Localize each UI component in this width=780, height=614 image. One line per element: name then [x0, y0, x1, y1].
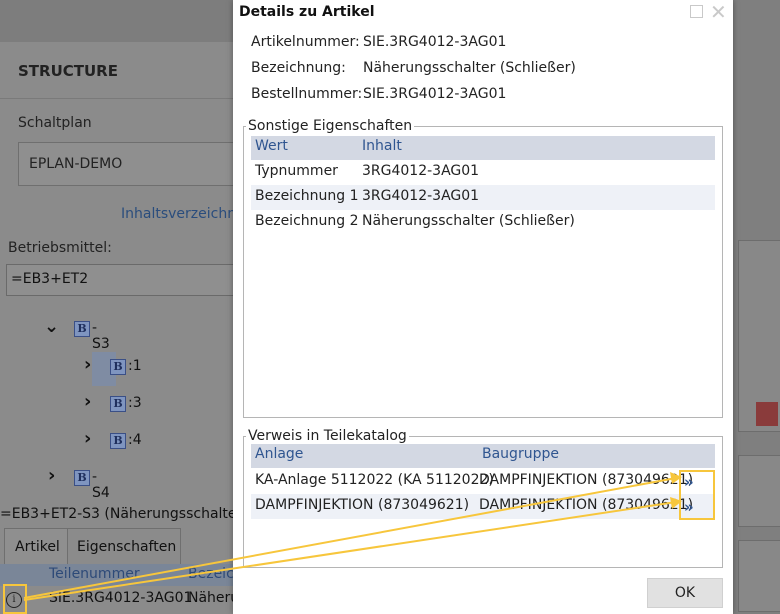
table-cell: Näheru	[188, 590, 240, 606]
table-cell: Bezeichnung 1	[255, 188, 359, 204]
field-label: Bestellnummer:	[251, 86, 363, 102]
article-details-dialog: Details zu Artikel ✕ Artikelnummer: SIE.…	[233, 0, 733, 614]
tab-eigenschaften[interactable]: Eigenschaften	[67, 528, 181, 565]
ok-button[interactable]: OK	[647, 578, 723, 608]
table-cell: SIE.3RG4012-3AG01	[49, 590, 193, 606]
tree-item-label: :4	[128, 432, 142, 448]
field-value: SIE.3RG4012-3AG01	[363, 34, 507, 50]
table-row[interactable]: Typnummer 3RG4012-3AG01	[251, 160, 715, 185]
schematic-page	[738, 540, 780, 612]
chevron-right-icon[interactable]: ›	[84, 354, 91, 375]
schaltplan-select-value: EPLAN-DEMO	[29, 156, 123, 172]
structure-title: STRUCTURE	[18, 62, 118, 80]
tab-label: Artikel	[15, 539, 60, 555]
table-cell: DAMPFINJEKTION (873049621)	[479, 472, 694, 488]
dialog-title: Details zu Artikel	[239, 4, 375, 20]
betriebsmittel-label: Betriebsmittel:	[8, 240, 112, 256]
highlight-box-goto	[679, 470, 715, 520]
tree-item-label: -S3	[92, 320, 110, 352]
tree-item-label: :3	[128, 395, 142, 411]
tab-artikel[interactable]: Artikel	[4, 528, 68, 565]
table-row[interactable]: Bezeichnung 2 Näherungsschalter (Schließ…	[251, 210, 715, 235]
schaltplan-select[interactable]: EPLAN-DEMO	[18, 142, 250, 186]
tab-label: Eigenschaften	[77, 539, 177, 555]
selected-device-status: =EB3+ET2-S3 (Näherungsschalter, S	[0, 506, 261, 522]
field-label: Artikelnummer:	[251, 34, 360, 50]
device-b-icon: B	[110, 359, 126, 375]
article-table-header: Teilenummer Bezeich	[0, 564, 243, 586]
props-legend: Sonstige Eigenschaften	[248, 118, 413, 134]
table-row[interactable]: SIE.3RG4012-3AG01 Näheru	[0, 586, 240, 614]
toc-link[interactable]: Inhaltsverzeichnis	[121, 206, 247, 222]
table-cell: Bezeichnung 2	[255, 213, 359, 229]
table-cell: KA-Anlage 5112022 (KA 5112022)	[255, 472, 494, 488]
table-cell: DAMPFINJEKTION (873049621)	[255, 497, 470, 513]
structure-header: STRUCTURE	[0, 42, 236, 99]
column-header: Teilenummer	[49, 566, 140, 582]
device-b-icon: B	[110, 396, 126, 412]
catalog-table-header: Anlage Baugruppe	[251, 444, 715, 468]
table-cell: 3RG4012-3AG01	[362, 163, 480, 179]
table-cell: Näherungsschalter (Schließer)	[362, 213, 575, 229]
close-icon[interactable]: ✕	[710, 0, 727, 24]
catalog-legend: Verweis in Teilekatalog	[248, 428, 407, 444]
schematic-highlight	[756, 402, 778, 426]
highlight-box-info	[3, 584, 27, 614]
structure-panel: STRUCTURE Schaltplan EPLAN-DEMO Inhaltsv…	[0, 42, 260, 614]
chevron-right-icon[interactable]: ›	[84, 391, 91, 412]
field-value: Näherungsschalter (Schließer)	[363, 60, 576, 76]
column-header: Inhalt	[362, 138, 402, 154]
table-row[interactable]: KA-Anlage 5112022 (KA 5112022) DAMPFINJE…	[251, 469, 715, 494]
schematic-page	[738, 455, 780, 527]
table-cell: Typnummer	[255, 163, 338, 179]
betriebsmittel-value: =EB3+ET2	[11, 271, 89, 287]
chevron-right-icon[interactable]: ›	[48, 465, 55, 486]
betriebsmittel-input[interactable]: =EB3+ET2	[6, 264, 248, 296]
props-table-header: Wert Inhalt	[251, 136, 715, 160]
field-value: SIE.3RG4012-3AG01	[363, 86, 507, 102]
device-b-icon: B	[110, 433, 126, 449]
table-row[interactable]: Bezeichnung 1 3RG4012-3AG01	[251, 185, 715, 210]
table-cell: DAMPFINJEKTION (873049621)	[479, 497, 694, 513]
table-cell: 3RG4012-3AG01	[362, 188, 480, 204]
column-header: Wert	[255, 138, 288, 154]
maximize-icon[interactable]	[690, 5, 703, 18]
field-label: Bezeichnung:	[251, 60, 346, 76]
detail-tabs: Artikel Eigenschaften	[0, 528, 236, 565]
column-header: Baugruppe	[482, 446, 559, 462]
table-row[interactable]: DAMPFINJEKTION (873049621) DAMPFINJEKTIO…	[251, 494, 715, 519]
chevron-down-icon[interactable]: ⌄	[44, 316, 59, 337]
device-b-icon: B	[74, 470, 90, 486]
chevron-right-icon[interactable]: ›	[84, 428, 91, 449]
schaltplan-label: Schaltplan	[18, 115, 92, 131]
device-b-icon: B	[74, 321, 90, 337]
column-header: Anlage	[255, 446, 304, 462]
tree-item-label: :1	[128, 358, 142, 374]
tree-item-label: -S4	[92, 469, 110, 501]
